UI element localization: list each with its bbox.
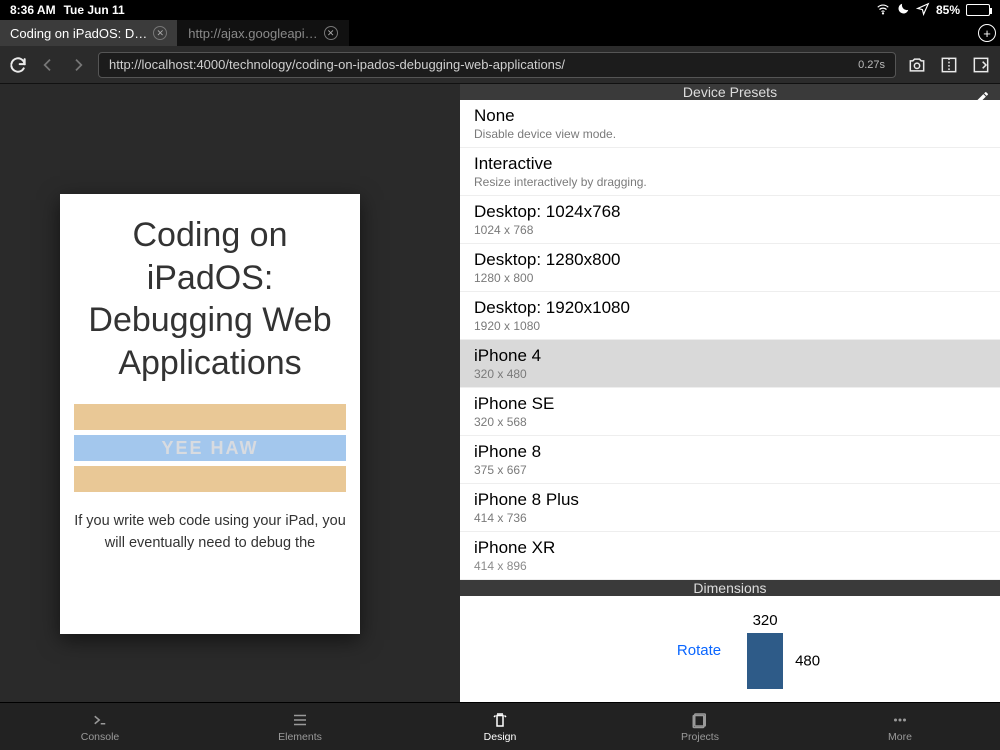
battery-icon (966, 4, 990, 16)
forward-icon[interactable] (68, 55, 88, 75)
preset-name: Interactive (474, 154, 986, 174)
tab-title: http://ajax.googleapi… (188, 26, 317, 41)
reload-icon[interactable] (8, 55, 28, 75)
preset-item[interactable]: Desktop: 1280x8001280 x 800 (460, 244, 1000, 292)
load-time: 0.27s (858, 59, 885, 71)
dimensions-heading: Dimensions (460, 580, 1000, 596)
preset-name: iPhone XR (474, 538, 986, 558)
badge-text: YEE HAW (74, 435, 346, 461)
status-time: 8:36 AM (10, 3, 56, 17)
preset-item[interactable]: Desktop: 1024x7681024 x 768 (460, 196, 1000, 244)
preset-sub: 1024 x 768 (474, 223, 986, 237)
bottom-tab-console[interactable]: Console (0, 703, 200, 750)
panel-icon[interactable] (970, 54, 992, 76)
preset-name: iPhone 4 (474, 346, 986, 366)
bottom-tab-design[interactable]: Design (400, 703, 600, 750)
dimension-height: 480 (795, 653, 820, 670)
bottom-tab-elements[interactable]: Elements (200, 703, 400, 750)
bottom-tab-more[interactable]: More (800, 703, 1000, 750)
location-icon (916, 2, 930, 19)
preset-item[interactable]: iPhone 8375 x 667 (460, 436, 1000, 484)
preset-name: None (474, 106, 986, 126)
preset-name: iPhone 8 Plus (474, 490, 986, 510)
battery-percent: 85% (936, 3, 960, 17)
preset-name: Desktop: 1920x1080 (474, 298, 986, 318)
preset-name: iPhone 8 (474, 442, 986, 462)
dimension-diagram: 320 480 (747, 612, 783, 689)
preset-sub: 320 x 480 (474, 367, 986, 381)
plus-icon: + (978, 24, 996, 42)
device-presets-heading: Device Presets (460, 84, 1000, 100)
preset-item[interactable]: InteractiveResize interactively by dragg… (460, 148, 1000, 196)
browser-tab-0[interactable]: Coding on iPadOS: D… ✕ (0, 20, 178, 46)
close-tab-icon[interactable]: ✕ (324, 26, 338, 40)
url-bar: http://localhost:4000/technology/coding-… (0, 46, 1000, 84)
device-frame: Coding on iPadOS: Debugging Web Applicat… (60, 194, 360, 634)
page-body: If you write web code using your iPad, y… (74, 510, 346, 555)
inspector-panel: Device Presets NoneDisable device view m… (460, 84, 1000, 702)
preset-item[interactable]: NoneDisable device view mode. (460, 100, 1000, 148)
preset-item[interactable]: iPhone 8 Plus414 x 736 (460, 484, 1000, 532)
preset-sub: 414 x 896 (474, 559, 986, 573)
edit-presets-icon[interactable] (974, 90, 990, 106)
preview-canvas[interactable]: Coding on iPadOS: Debugging Web Applicat… (0, 84, 460, 702)
preset-sub: 414 x 736 (474, 511, 986, 525)
preset-item[interactable]: iPhone XR414 x 896 (460, 532, 1000, 580)
tab-title: Coding on iPadOS: D… (10, 26, 147, 41)
preset-sub: Resize interactively by dragging. (474, 175, 986, 189)
preset-sub: 1920 x 1080 (474, 319, 986, 333)
preset-name: Desktop: 1280x800 (474, 250, 986, 270)
preset-sub: Disable device view mode. (474, 127, 986, 141)
rotate-button[interactable]: Rotate (677, 642, 721, 659)
back-icon[interactable] (38, 55, 58, 75)
preset-item[interactable]: iPhone SE320 x 568 (460, 388, 1000, 436)
layout-icon[interactable] (938, 54, 960, 76)
screenshot-icon[interactable] (906, 54, 928, 76)
wifi-icon (876, 2, 890, 19)
url-input[interactable]: http://localhost:4000/technology/coding-… (98, 52, 896, 78)
preset-item[interactable]: iPhone 4320 x 480 (460, 340, 1000, 388)
status-bar: 8:36 AM Tue Jun 11 85% (0, 0, 1000, 20)
bottom-bar: Console Elements Design Projects More (0, 702, 1000, 750)
preset-name: iPhone SE (474, 394, 986, 414)
close-tab-icon[interactable]: ✕ (153, 26, 167, 40)
preset-sub: 1280 x 800 (474, 271, 986, 285)
preset-sub: 375 x 667 (474, 463, 986, 477)
tab-bar: Coding on iPadOS: D… ✕ http://ajax.googl… (0, 20, 1000, 46)
bottom-tab-projects[interactable]: Projects (600, 703, 800, 750)
page-title: Coding on iPadOS: Debugging Web Applicat… (74, 214, 346, 384)
browser-tab-1[interactable]: http://ajax.googleapi… ✕ (178, 20, 348, 46)
dnd-moon-icon (896, 2, 910, 19)
url-text: http://localhost:4000/technology/coding-… (109, 57, 848, 72)
status-date: Tue Jun 11 (64, 3, 125, 17)
dimension-width: 320 (753, 612, 778, 629)
preset-name: Desktop: 1024x768 (474, 202, 986, 222)
preset-sub: 320 x 568 (474, 415, 986, 429)
new-tab-button[interactable]: + (974, 20, 1000, 46)
badge-block: YEE HAW (74, 404, 346, 492)
preset-list[interactable]: NoneDisable device view mode.Interactive… (460, 100, 1000, 580)
preset-item[interactable]: Desktop: 1920x10801920 x 1080 (460, 292, 1000, 340)
